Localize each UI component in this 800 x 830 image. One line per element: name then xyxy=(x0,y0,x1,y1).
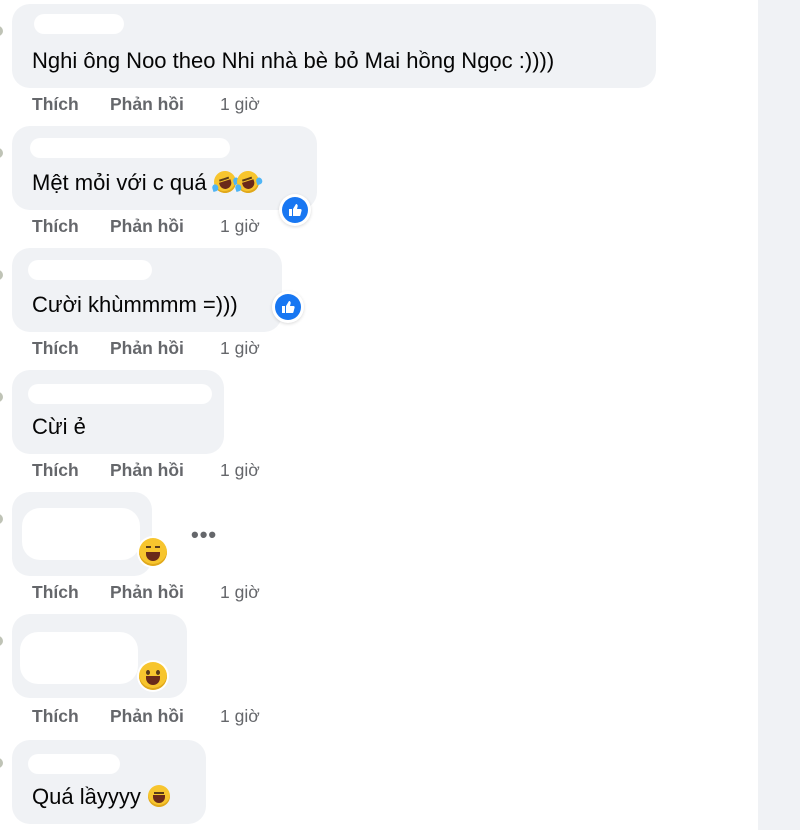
comment-bubble xyxy=(12,492,152,576)
comment-timestamp[interactable]: 1 giờ xyxy=(220,460,260,481)
commenter-avatar[interactable] xyxy=(0,636,3,646)
redacted-author-name xyxy=(28,384,212,404)
comment-bubble: Nghi ông Noo theo Nhi nhà bè bỏ Mai hồng… xyxy=(12,4,656,88)
right-side-panel xyxy=(758,0,800,830)
like-link[interactable]: Thích xyxy=(32,582,79,603)
comment-timestamp[interactable]: 1 giờ xyxy=(220,94,260,115)
like-link[interactable]: Thích xyxy=(32,338,79,359)
reply-link[interactable]: Phản hồi xyxy=(110,216,184,237)
comment-timestamp[interactable]: 1 giờ xyxy=(220,216,260,237)
redacted-author-name xyxy=(20,632,138,684)
rolling-on-floor-laughing-icon xyxy=(210,168,239,196)
grinning-squinting-face-icon xyxy=(139,538,167,566)
comment-text xyxy=(138,662,167,692)
reply-link[interactable]: Phản hồi xyxy=(110,706,184,727)
reply-link[interactable]: Phản hồi xyxy=(110,338,184,359)
comment-text: Nghi ông Noo theo Nhi nhà bè bỏ Mai hồng… xyxy=(32,48,555,73)
like-link[interactable]: Thích xyxy=(32,706,79,727)
redacted-author-name xyxy=(28,260,152,280)
comment-text xyxy=(138,538,167,568)
more-options-icon[interactable]: ••• xyxy=(191,524,217,546)
reply-link[interactable]: Phản hồi xyxy=(110,94,184,115)
reply-link[interactable]: Phản hồi xyxy=(110,582,184,603)
comment-text: Cười khùmmmm =))) xyxy=(32,292,238,317)
like-link[interactable]: Thích xyxy=(32,216,79,237)
commenter-avatar[interactable] xyxy=(0,270,3,280)
comment-text: Quá lầyyyy xyxy=(32,784,170,810)
redacted-author-name xyxy=(30,138,230,158)
reply-link[interactable]: Phản hồi xyxy=(110,460,184,481)
like-link[interactable]: Thích xyxy=(32,94,79,115)
redacted-author-name xyxy=(22,508,140,560)
commenter-avatar[interactable] xyxy=(0,148,3,158)
like-link[interactable]: Thích xyxy=(32,460,79,481)
redacted-author-name xyxy=(34,14,124,34)
grinning-squinting-face-icon xyxy=(147,785,170,807)
like-reaction-icon[interactable] xyxy=(282,197,308,223)
commenter-avatar[interactable] xyxy=(0,392,3,402)
like-reaction-icon[interactable] xyxy=(275,294,301,320)
comment-bubble: Cừi ẻ xyxy=(12,370,224,454)
comment-bubble: Cười khùmmmm =))) xyxy=(12,248,282,332)
comment-timestamp[interactable]: 1 giờ xyxy=(220,338,260,359)
left-edge xyxy=(0,0,6,830)
comment-timestamp[interactable]: 1 giờ xyxy=(220,706,260,727)
commenter-avatar[interactable] xyxy=(0,514,3,524)
grinning-face-icon xyxy=(139,662,167,690)
comment-text: Mệt mỏi với c quá xyxy=(32,168,262,196)
commenter-avatar[interactable] xyxy=(0,26,3,36)
comment-text: Cừi ẻ xyxy=(32,414,86,439)
comment-bubble: Mệt mỏi với c quá xyxy=(12,126,317,210)
redacted-author-name xyxy=(28,754,120,774)
comment-timestamp[interactable]: 1 giờ xyxy=(220,582,260,603)
commenter-avatar[interactable] xyxy=(0,758,3,768)
comment-bubble: Quá lầyyyy xyxy=(12,740,206,824)
rolling-on-floor-laughing-icon xyxy=(233,168,262,196)
